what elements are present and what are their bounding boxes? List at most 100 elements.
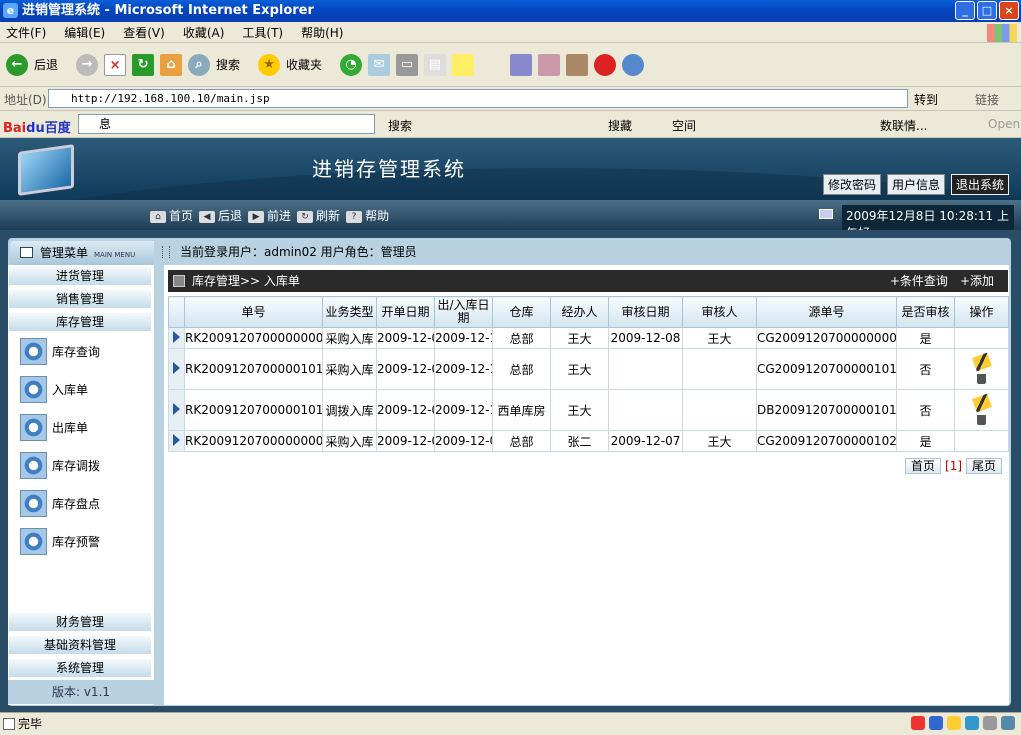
sidebar-subitem-alert[interactable]: 库存预警 <box>20 528 100 555</box>
sidebar-subitem-stocktake[interactable]: 库存盘点 <box>20 490 100 517</box>
col-header[interactable]: 单号 <box>184 296 323 328</box>
logout-button[interactable]: 退出系统 <box>950 174 1009 195</box>
sidebar-item-sales[interactable]: 销售管理 <box>8 289 152 309</box>
note-icon[interactable] <box>452 53 475 76</box>
maximize-button[interactable]: □ <box>977 1 997 20</box>
table-row[interactable]: RK20091207000000000001采购入库2009-12-072009… <box>168 327 1009 349</box>
ime-s-icon[interactable] <box>911 716 925 730</box>
current-user-info: 当前登录用户：admin02 用户角色：管理员 <box>162 245 417 259</box>
links-button[interactable]: 链接 <box>975 91 999 108</box>
back-button[interactable]: 后退 <box>34 56 58 73</box>
cell: 王大 <box>682 327 757 349</box>
badge-icon[interactable] <box>594 53 617 76</box>
keyboard-icon[interactable] <box>965 716 979 730</box>
menu-view[interactable]: 查看(V) <box>123 24 165 41</box>
edit-pen-icon[interactable] <box>971 352 992 371</box>
sidebar-subitem-stock-query[interactable]: 库存查询 <box>20 338 100 365</box>
mail-icon[interactable]: ✉ <box>368 53 391 76</box>
nav-back[interactable]: ◀ 后退 <box>199 207 242 224</box>
menu-file[interactable]: 文件(F) <box>6 24 46 41</box>
user-info-button[interactable]: 用户信息 <box>886 174 945 195</box>
stop-icon[interactable]: × <box>104 53 127 76</box>
col-header[interactable]: 是否审核 <box>896 296 955 328</box>
col-header[interactable]: 操作 <box>954 296 1009 328</box>
home-icon[interactable]: ⌂ <box>160 53 183 76</box>
sidebar-item-inventory[interactable]: 库存管理 <box>8 312 152 332</box>
print-icon[interactable]: ▭ <box>396 53 419 76</box>
tools-icon[interactable] <box>566 53 589 76</box>
baidu-space-button[interactable]: 空间 <box>672 117 696 134</box>
close-button[interactable]: × <box>999 1 1019 20</box>
nav-forward[interactable]: ▶ 前进 <box>248 207 291 224</box>
ime-chinese-icon[interactable] <box>929 716 943 730</box>
first-page-button[interactable]: 首页 <box>905 458 942 474</box>
research-icon[interactable] <box>538 53 561 76</box>
sidebar-subitem-transfer[interactable]: 库存调拨 <box>20 452 100 479</box>
menu-help[interactable]: 帮助(H) <box>301 24 343 41</box>
refresh-icon[interactable]: ↻ <box>132 53 155 76</box>
table-row[interactable]: RK20091207000001010002采购入库2009-12-072009… <box>168 348 1009 390</box>
baidu-search-button[interactable]: 搜索 <box>388 117 412 134</box>
table-row[interactable]: RK20091207000001010003调拨入库2009-12-072009… <box>168 389 1009 431</box>
monitor-icon <box>18 144 74 196</box>
menu-edit[interactable]: 编辑(E) <box>64 24 105 41</box>
baidu-logo[interactable]: Baidu百度 <box>3 117 71 136</box>
sidebar-item-basic-data[interactable]: 基础资料管理 <box>8 635 152 655</box>
favorites-button[interactable]: 收藏夹 <box>286 56 322 73</box>
nav-home[interactable]: ⌂ 首页 <box>150 207 193 224</box>
col-header[interactable]: 源单号 <box>756 296 897 328</box>
baidu-search-input[interactable]: 息 <box>78 114 375 134</box>
cell: 张二 <box>550 430 609 452</box>
col-header[interactable]: 审核人 <box>682 296 757 328</box>
subitem-label: 库存查询 <box>52 345 101 359</box>
baidu-open-button[interactable]: Open <box>988 117 1020 131</box>
sidebar-item-purchase[interactable]: 进货管理 <box>8 266 152 286</box>
back-icon[interactable]: ← <box>6 53 28 76</box>
ime-moon-icon[interactable] <box>947 716 961 730</box>
edit-icon[interactable]: ▤ <box>424 53 447 76</box>
forward-icon[interactable]: → <box>76 53 99 76</box>
baidu-toolbar: Baidu百度 息 搜索 搜藏 空间 数联情... Open <box>0 111 1021 138</box>
condition-query-button[interactable]: +条件查询 <box>890 270 948 292</box>
favorites-star-icon[interactable]: ★ <box>258 53 281 76</box>
delete-trash-icon[interactable] <box>977 373 986 384</box>
sidebar-item-system[interactable]: 系统管理 <box>8 658 152 678</box>
col-header[interactable]: 仓库 <box>492 296 551 328</box>
col-header[interactable]: 开单日期 <box>376 296 435 328</box>
col-selector <box>168 296 185 328</box>
cell: 否 <box>896 348 955 390</box>
search-button[interactable]: 搜索 <box>216 56 240 73</box>
messenger-icon[interactable] <box>510 53 533 76</box>
menu-tools[interactable]: 工具(T) <box>242 24 283 41</box>
address-input[interactable]: http://192.168.100.10/main.jsp <box>48 89 908 108</box>
col-header[interactable]: 业务类型 <box>322 296 377 328</box>
last-page-button[interactable]: 尾页 <box>966 458 1003 474</box>
sidebar-item-finance[interactable]: 财务管理 <box>8 612 152 632</box>
add-button[interactable]: +添加 <box>960 270 994 292</box>
table-row[interactable]: RK20091207000000000004采购入库2009-12-072009… <box>168 430 1009 452</box>
col-header[interactable]: 经办人 <box>550 296 609 328</box>
change-password-button[interactable]: 修改密码 <box>822 174 881 195</box>
sidebar-subitem-outbound[interactable]: 出库单 <box>20 414 88 441</box>
nav-help[interactable]: ? 帮助 <box>346 207 389 224</box>
current-page[interactable]: [1] <box>945 459 962 473</box>
history-icon[interactable]: ◔ <box>340 53 363 76</box>
wrench-icon[interactable] <box>1001 716 1015 730</box>
baidu-user-button[interactable]: 数联情... <box>880 117 927 134</box>
forward-arrow-icon: ▶ <box>248 210 265 223</box>
users-icon[interactable] <box>622 53 645 76</box>
user-tray-icon[interactable] <box>983 716 997 730</box>
go-button[interactable]: 转到 <box>914 91 938 108</box>
baidu-collect-button[interactable]: 搜藏 <box>608 117 632 134</box>
app-navbar: ⌂ 首页 ◀ 后退 ▶ 前进 ↻ 刷新 ? 帮助 2009年12月8日 10:28:11 … <box>0 200 1021 243</box>
search-icon[interactable]: ⌕ <box>188 53 211 76</box>
ie-icon: e <box>3 3 18 18</box>
delete-trash-icon[interactable] <box>977 414 986 425</box>
sidebar-subitem-inbound[interactable]: 入库单 <box>20 376 88 403</box>
col-header[interactable]: 审核日期 <box>608 296 683 328</box>
col-header[interactable]: 出/入库日期 <box>434 296 493 328</box>
menu-favorites[interactable]: 收藏(A) <box>183 24 225 41</box>
nav-refresh[interactable]: ↻ 刷新 <box>297 207 340 224</box>
edit-pen-icon[interactable] <box>971 393 992 412</box>
minimize-button[interactable]: _ <box>955 1 975 20</box>
